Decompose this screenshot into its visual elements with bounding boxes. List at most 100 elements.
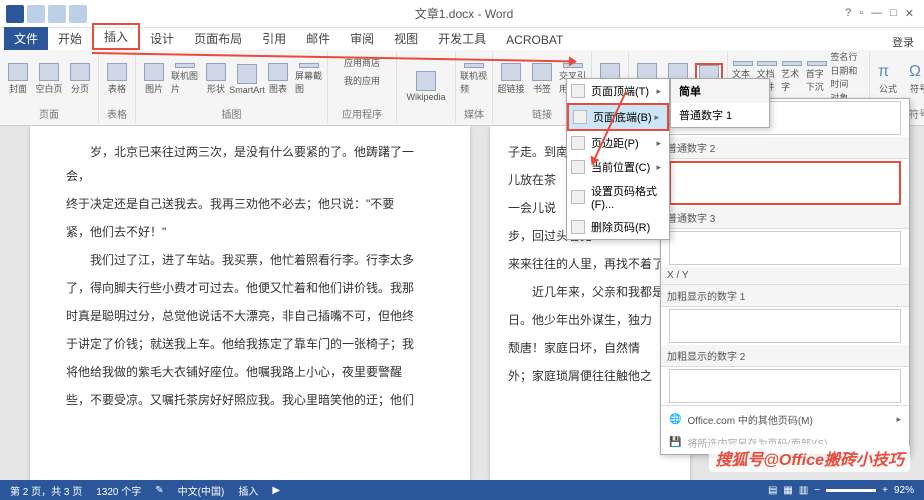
maximize-icon[interactable]: □ xyxy=(890,7,897,20)
watermark: 搜狐号@Office搬砖小技巧 xyxy=(709,444,910,472)
page-break-button[interactable]: 分页 xyxy=(66,63,94,95)
tab-file[interactable]: 文件 xyxy=(4,27,48,50)
submenu-header: 简单 xyxy=(671,79,769,103)
dd-current-position[interactable]: 当前位置(C)▸ xyxy=(567,155,669,179)
dd-page-margin[interactable]: 页边距(P)▸ xyxy=(567,131,669,155)
screenshot-button[interactable]: 屏幕截图 xyxy=(295,63,323,95)
page-number-submenu: 简单 普通数字 1 xyxy=(670,78,770,128)
chart-button[interactable]: 图表 xyxy=(264,63,292,95)
page-number-dropdown: 页面顶端(T)▸ 页面底端(B)▸ 页边距(P)▸ 当前位置(C)▸ 设置页码格… xyxy=(566,78,670,240)
smartart-button[interactable]: SmartArt xyxy=(233,63,261,95)
tab-dev[interactable]: 开发工具 xyxy=(428,27,496,50)
status-macro-icon[interactable]: ▶ xyxy=(272,485,280,496)
body-text: 了，得向脚夫行些小费才可过去。他便又忙着和他们讲价钱。我那 xyxy=(66,276,434,300)
login-link[interactable]: 登录 xyxy=(892,34,924,50)
blank-page-button[interactable]: 空白页 xyxy=(35,63,63,95)
page-top-icon xyxy=(571,84,585,98)
help-icon[interactable]: ? xyxy=(845,7,851,20)
dd-remove-page-number[interactable]: 删除页码(R) xyxy=(567,215,669,239)
page-left[interactable]: 岁，北京已来往过两三次，是没有什么要紧的了。他踌躇了一会， 终于决定还是自己送我… xyxy=(30,126,470,480)
format-icon xyxy=(571,190,585,204)
tab-review[interactable]: 审阅 xyxy=(340,27,384,50)
body-text: 近几年来，父亲和我都是 xyxy=(508,280,672,304)
office-icon: 🌐 xyxy=(669,414,681,425)
gallery-head-bold2: 加粗显示的数字 2 xyxy=(661,345,909,367)
status-bar: 第 2 页，共 3 页 1320 个字 ✎ 中文(中国) 插入 ▶ ▤ ▦ ▥ … xyxy=(0,480,924,500)
zoom-level[interactable]: 92% xyxy=(894,485,914,496)
wordart-button[interactable]: 艺术字 xyxy=(781,61,803,93)
gallery-office-more[interactable]: 🌐Office.com 中的其他页码(M)▸ xyxy=(661,408,909,431)
shapes-button[interactable]: 形状 xyxy=(202,63,230,95)
remove-icon xyxy=(571,220,585,234)
status-lang[interactable]: 中文(中国) xyxy=(178,483,225,498)
gallery-preview-3[interactable] xyxy=(669,231,901,265)
body-text: 颓唐！家庭日坏，自然情 xyxy=(508,336,672,360)
symbol-button[interactable]: Ω符号 xyxy=(905,63,924,95)
gallery-head-2: 普通数字 2 xyxy=(661,137,909,159)
online-picture-button[interactable]: 联机图片 xyxy=(171,63,199,95)
view-read-icon[interactable]: ▤ xyxy=(768,485,777,496)
ribbon-tabs: 文件 开始 插入 设计 页面布局 引用 邮件 审阅 视图 开发工具 ACROBA… xyxy=(0,28,924,50)
table-button[interactable]: 表格 xyxy=(103,63,131,95)
cover-page-button[interactable]: 封面 xyxy=(4,63,32,95)
ribbon-opts-icon[interactable]: ▫ xyxy=(859,7,863,20)
bookmark-button[interactable]: 书签 xyxy=(528,63,556,95)
body-text: 来来往往的人里，再找不着了 xyxy=(508,252,672,276)
tab-mail[interactable]: 邮件 xyxy=(296,27,340,50)
save-icon: 💾 xyxy=(669,437,681,448)
tab-acrobat[interactable]: ACROBAT xyxy=(496,30,573,50)
current-pos-icon xyxy=(571,160,585,174)
dd-page-top[interactable]: 页面顶端(T)▸ xyxy=(567,79,669,103)
status-page[interactable]: 第 2 页，共 3 页 xyxy=(10,483,82,498)
window-title: 文章1.docx - Word xyxy=(93,5,835,22)
body-text: 我们过了江，进了车站。我买票，他忙着照看行李。行李太多 xyxy=(66,248,434,272)
gallery-head-xy: X / Y xyxy=(661,267,909,285)
page-margin-icon xyxy=(571,136,585,150)
tab-home[interactable]: 开始 xyxy=(48,27,92,50)
dd-format-page-number[interactable]: 设置页码格式(F)... xyxy=(567,179,669,215)
view-web-icon[interactable]: ▥ xyxy=(799,485,808,496)
word-icon xyxy=(6,5,24,23)
view-print-icon[interactable]: ▦ xyxy=(783,485,792,496)
zoom-in-icon[interactable]: + xyxy=(882,485,888,496)
dropcap-button[interactable]: 首字下沉 xyxy=(806,61,828,93)
tab-insert[interactable]: 插入 xyxy=(92,23,140,50)
wikipedia-button[interactable]: Wikipedia xyxy=(401,71,451,103)
body-text: 岁，北京已来往过两三次，是没有什么要紧的了。他踌躇了一会， xyxy=(66,140,434,188)
body-text: 终于决定还是自己送我去。我再三劝他不必去；他只说："不要 xyxy=(66,192,434,216)
tab-design[interactable]: 设计 xyxy=(140,27,184,50)
hyperlink-button[interactable]: 超链接 xyxy=(497,63,525,95)
gallery-preview-2[interactable] xyxy=(669,161,901,205)
zoom-out-icon[interactable]: − xyxy=(814,485,820,496)
status-mode[interactable]: 插入 xyxy=(238,483,258,498)
status-spellcheck-icon[interactable]: ✎ xyxy=(155,485,163,496)
minimize-icon[interactable]: — xyxy=(871,7,882,20)
picture-button[interactable]: 图片 xyxy=(140,63,168,95)
status-words[interactable]: 1320 个字 xyxy=(96,483,141,498)
page-number-gallery: 普通数字 2 普通数字 3 X / Y 加粗显示的数字 1 加粗显示的数字 2 … xyxy=(660,98,910,455)
gallery-head-bold1: 加粗显示的数字 1 xyxy=(661,285,909,307)
gallery-preview-bold1[interactable] xyxy=(669,309,901,343)
equation-button[interactable]: π公式 xyxy=(874,63,902,95)
tab-view[interactable]: 视图 xyxy=(384,27,428,50)
tab-layout[interactable]: 页面布局 xyxy=(184,27,252,50)
body-text: 紧，他们去不好！" xyxy=(66,220,434,244)
tab-ref[interactable]: 引用 xyxy=(252,27,296,50)
undo-icon[interactable] xyxy=(48,5,66,23)
signature-line-button[interactable]: 签名行 xyxy=(830,50,865,63)
my-apps-button[interactable]: 我的应用 xyxy=(332,72,392,88)
body-text: 于讲定了价钱；就送我上车。他给我拣定了靠车门的一张椅子；我 xyxy=(66,332,434,356)
submenu-plain1[interactable]: 普通数字 1 xyxy=(671,103,769,127)
date-time-button[interactable]: 日期和时间 xyxy=(830,64,865,90)
redo-icon[interactable] xyxy=(69,5,87,23)
close-icon[interactable]: ✕ xyxy=(905,7,914,20)
save-icon[interactable] xyxy=(27,5,45,23)
body-text: 外；家庭琐屑便往往触他之 xyxy=(508,364,672,388)
gallery-preview-bold2[interactable] xyxy=(669,369,901,403)
body-text: 些，不要受凉。又嘱托茶房好好照应我。我心里暗笑他的迂；他们 xyxy=(66,388,434,412)
page-bottom-icon xyxy=(573,110,587,124)
online-video-button[interactable]: 联机视频 xyxy=(460,63,488,95)
gallery-head-3: 普通数字 3 xyxy=(661,207,909,229)
zoom-slider[interactable] xyxy=(826,489,876,492)
body-text: 将他给我做的紫毛大衣铺好座位。他嘱我路上小心，夜里要警醒 xyxy=(66,360,434,384)
